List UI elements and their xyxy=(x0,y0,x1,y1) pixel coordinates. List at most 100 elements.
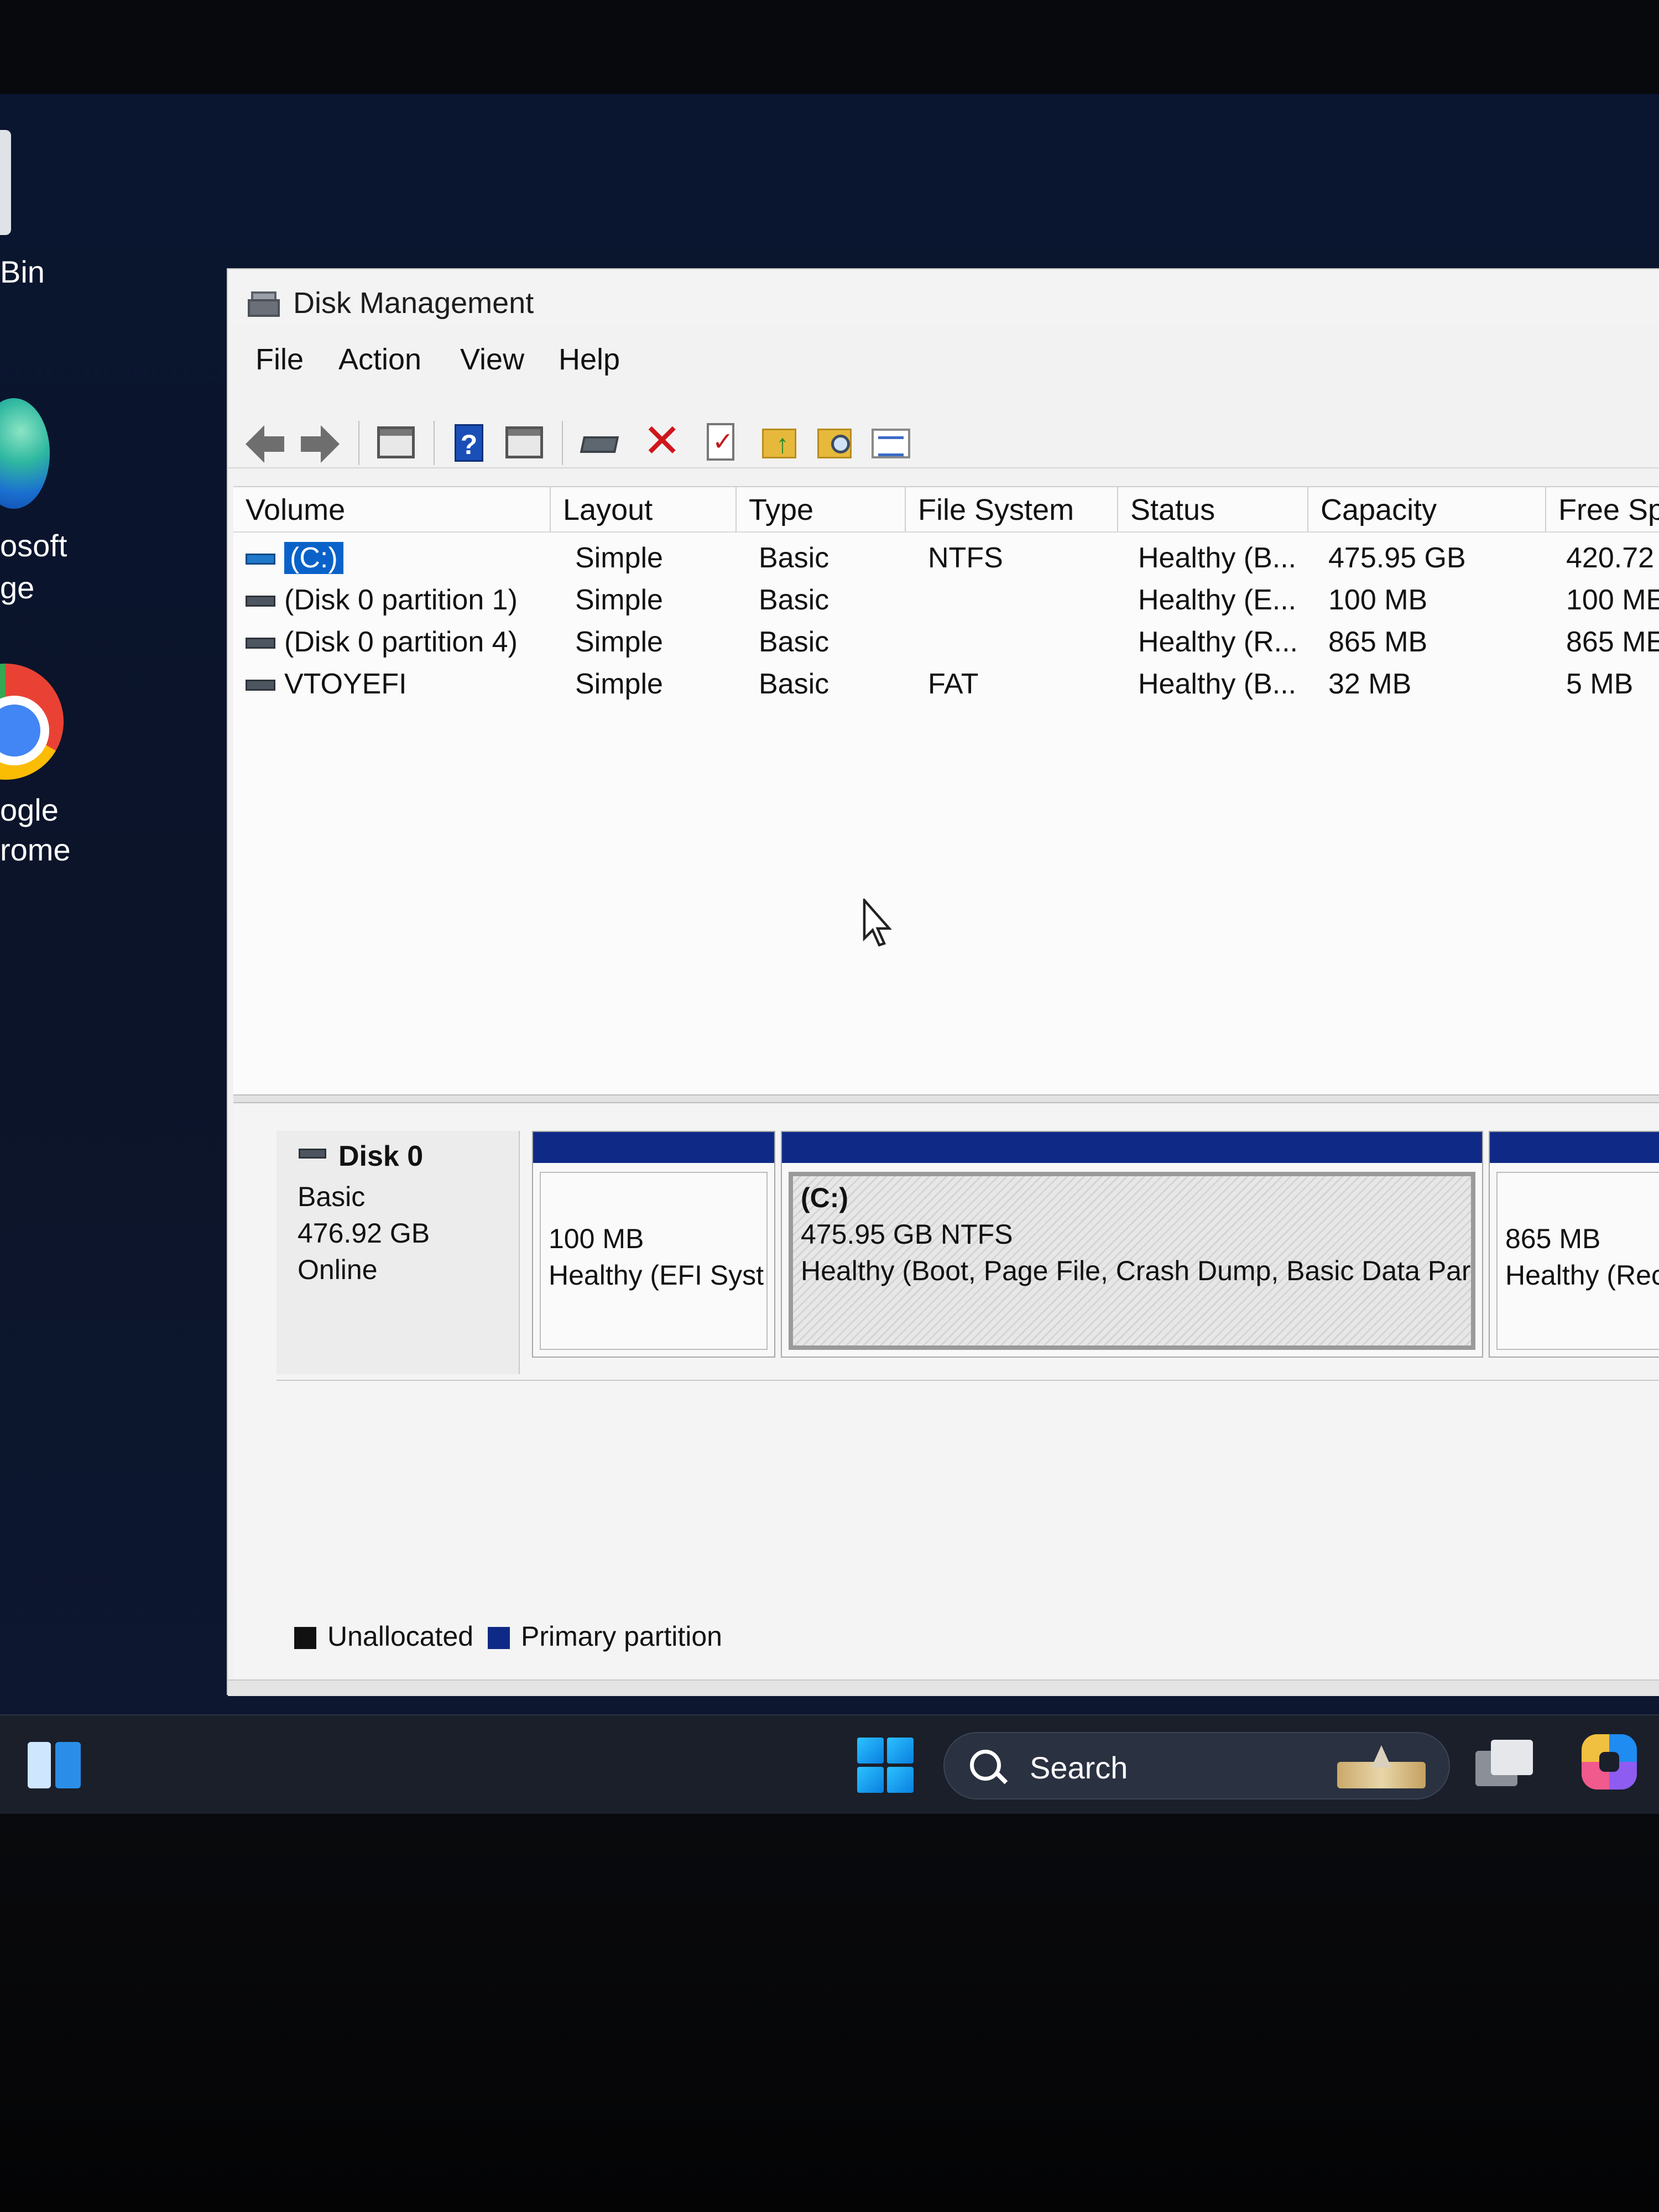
partition-status: Healthy (Rec xyxy=(1505,1260,1659,1291)
status-bar xyxy=(228,1679,1659,1696)
search-highlight-image xyxy=(1332,1745,1431,1791)
status-cell: Healthy (B... xyxy=(1138,542,1297,574)
partition-status: Healthy (Boot, Page File, Crash Dump, Ba… xyxy=(801,1255,1471,1286)
taskbar: Search xyxy=(0,1714,1659,1814)
disk-state: Online xyxy=(298,1254,378,1285)
file-system-cell: FAT xyxy=(928,668,979,700)
capacity-cell: 32 MB xyxy=(1328,668,1412,700)
disk-name: Disk 0 xyxy=(338,1140,424,1172)
free-space-cell: 865 ME xyxy=(1566,626,1659,658)
list-view-icon[interactable] xyxy=(868,421,912,465)
capacity-cell: 865 MB xyxy=(1328,626,1428,658)
toolbar: ? ✕ xyxy=(228,413,1659,468)
partition-size: 475.95 GB NTFS xyxy=(801,1219,1013,1250)
free-space-cell: 5 MB xyxy=(1566,668,1634,700)
column-header-capacity[interactable]: Capacity xyxy=(1308,487,1546,531)
toolbar-separator xyxy=(562,421,563,465)
partition-recovery[interactable]: 865 MB Healthy (Rec xyxy=(1489,1131,1659,1358)
title-bar[interactable]: Disk Management xyxy=(228,269,1659,325)
status-cell: Healthy (R... xyxy=(1138,626,1298,658)
table-row[interactable]: (Disk 0 partition 4) Simple Basic Health… xyxy=(233,625,1659,667)
capacity-cell: 475.95 GB xyxy=(1328,542,1466,574)
chrome-label-line1: ogle xyxy=(0,792,59,827)
file-system-cell: NTFS xyxy=(928,542,1003,574)
pane-splitter[interactable] xyxy=(233,1094,1659,1103)
header-divider xyxy=(233,531,1659,533)
volume-name: (C:) xyxy=(233,541,551,575)
disk-graphical-view: Disk 0 Basic 476.92 GB Online 100 MB Hea… xyxy=(233,1103,1659,1678)
partition-bar xyxy=(782,1132,1482,1163)
table-row[interactable]: VTOYEFI Simple Basic FAT Healthy (B... 3… xyxy=(233,667,1659,709)
status-cell: Healthy (E... xyxy=(1138,584,1297,616)
copilot-icon[interactable] xyxy=(1582,1734,1637,1790)
folder-up-icon[interactable] xyxy=(758,421,802,465)
table-row[interactable]: (C:) Simple Basic NTFS Healthy (B... 475… xyxy=(233,541,1659,583)
back-icon[interactable] xyxy=(241,418,285,463)
toolbar-separator xyxy=(434,421,435,465)
widgets-icon[interactable] xyxy=(28,1742,81,1788)
layout-cell: Simple xyxy=(575,626,663,658)
chrome-label-line2: rome xyxy=(0,832,71,867)
menu-view[interactable]: View xyxy=(460,342,524,377)
column-header-volume[interactable]: Volume xyxy=(233,487,551,531)
search-label: Search xyxy=(1030,1750,1128,1785)
partition-title: (C:) xyxy=(801,1182,849,1213)
delete-icon[interactable]: ✕ xyxy=(639,418,684,465)
monitor-bezel-top xyxy=(0,0,1659,94)
folder-search-icon[interactable] xyxy=(813,421,857,465)
window-title: Disk Management xyxy=(293,286,534,320)
column-header-type[interactable]: Type xyxy=(737,487,906,531)
type-cell: Basic xyxy=(759,584,830,616)
partition-bar xyxy=(533,1132,774,1163)
forward-icon[interactable] xyxy=(296,418,341,463)
recycle-bin-icon[interactable] xyxy=(0,130,11,235)
show-hide-action-pane-icon[interactable] xyxy=(502,421,546,465)
partition-size: 100 MB xyxy=(549,1223,644,1254)
partition-body: 100 MB Healthy (EFI Syst xyxy=(540,1172,768,1350)
volume-name: (Disk 0 partition 4) xyxy=(284,626,518,658)
recycle-bin-label: Bin xyxy=(0,254,45,289)
column-header-layout[interactable]: Layout xyxy=(551,487,737,531)
status-cell: Healthy (B... xyxy=(1138,668,1297,700)
free-space-cell: 420.72 xyxy=(1566,542,1655,574)
partition-efi[interactable]: 100 MB Healthy (EFI Syst xyxy=(532,1131,775,1358)
partition-bar xyxy=(1490,1132,1659,1163)
properties-icon[interactable] xyxy=(698,421,742,465)
connect-disk-icon[interactable] xyxy=(577,421,622,465)
monitor-bezel-bottom xyxy=(0,1814,1659,2212)
disk-management-window: Disk Management File Action View Help ? … xyxy=(227,268,1659,1696)
column-header-file-system[interactable]: File System xyxy=(906,487,1118,531)
legend-unallocated-label: Unallocated xyxy=(327,1621,474,1652)
legend-unallocated-swatch xyxy=(294,1627,316,1649)
menu-bar: File Action View Help xyxy=(228,325,1659,380)
disk-row-divider xyxy=(276,1380,1659,1381)
edge-label-line1: osoft xyxy=(0,528,67,563)
column-header-status[interactable]: Status xyxy=(1118,487,1308,531)
free-space-cell: 100 ME xyxy=(1566,584,1659,616)
type-cell: Basic xyxy=(759,668,830,700)
task-view-icon[interactable] xyxy=(1475,1740,1536,1790)
table-row[interactable]: (Disk 0 partition 1) Simple Basic Health… xyxy=(233,583,1659,625)
type-cell: Basic xyxy=(759,542,830,574)
show-hide-console-icon[interactable] xyxy=(374,421,418,465)
toolbar-separator xyxy=(358,421,359,465)
disk-info-box[interactable]: Disk 0 Basic 476.92 GB Online xyxy=(276,1131,520,1374)
search-icon xyxy=(970,1750,1001,1781)
partition-c[interactable]: (C:) 475.95 GB NTFS Healthy (Boot, Page … xyxy=(781,1131,1483,1358)
partition-status: Healthy (EFI Syst xyxy=(549,1260,764,1291)
taskbar-search-box[interactable]: Search xyxy=(943,1732,1450,1799)
volume-name: (Disk 0 partition 1) xyxy=(284,584,518,616)
layout-cell: Simple xyxy=(575,542,663,574)
partition-body-selected: (C:) 475.95 GB NTFS Healthy (Boot, Page … xyxy=(789,1172,1475,1350)
disk-size: 476.92 GB xyxy=(298,1218,430,1249)
disk-management-app-icon xyxy=(248,291,280,317)
menu-help[interactable]: Help xyxy=(559,342,620,377)
type-cell: Basic xyxy=(759,626,830,658)
menu-action[interactable]: Action xyxy=(338,342,421,377)
column-header-free-space[interactable]: Free Sp xyxy=(1546,487,1659,531)
menu-file[interactable]: File xyxy=(255,342,304,377)
start-button-icon[interactable] xyxy=(857,1738,914,1793)
layout-cell: Simple xyxy=(575,584,663,616)
help-icon[interactable]: ? xyxy=(447,421,491,465)
disk-type: Basic xyxy=(298,1181,366,1212)
